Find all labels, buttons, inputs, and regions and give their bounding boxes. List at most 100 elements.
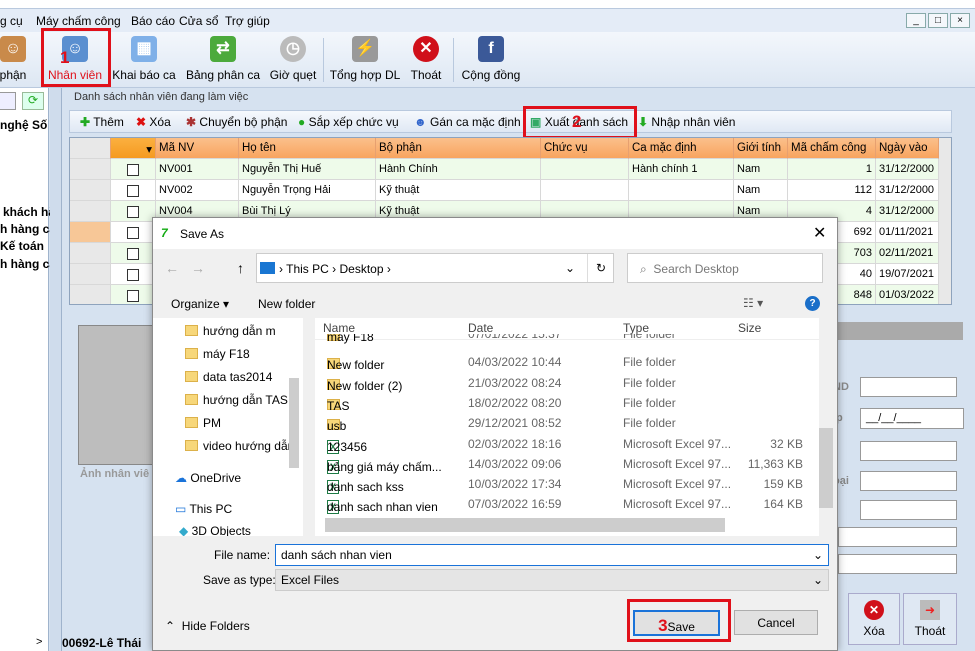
row-checkbox[interactable] xyxy=(111,159,156,180)
grid-cell[interactable]: Kỹ thuật xyxy=(376,180,541,201)
grid-cell[interactable]: Hành chính 1 xyxy=(629,159,734,180)
table-row[interactable]: NV002 Nguyễn Trọng Hải Kỹ thuật Nam 112 31/12… xyxy=(70,180,939,201)
exit-form-button[interactable]: ➜ Thoát xyxy=(903,593,957,645)
grid-cell[interactable]: NV002 xyxy=(156,180,239,201)
grid-cell[interactable]: Nam xyxy=(734,159,788,180)
grid-cell[interactable]: 01/11/2021 xyxy=(876,222,939,243)
row-header[interactable] xyxy=(70,159,111,180)
file-row[interactable]: Xbảng giá máy chấm... 14/03/2022 09:06 Mic… xyxy=(315,454,819,474)
back-icon[interactable]: ← xyxy=(165,260,179,276)
toolbar-shift-table[interactable]: ⇄ Bảng phân ca xyxy=(184,36,262,82)
nav-3d-objects[interactable]: ◆ 3D Objects xyxy=(179,524,251,536)
column-header[interactable]: Ngày vào xyxy=(876,138,939,159)
help-icon[interactable]: ? xyxy=(805,296,820,311)
grid-header[interactable]: ▾ Mã NV Họ tên Bộ phận Chức vụ Ca mặc định Giớ… xyxy=(70,138,939,159)
toolbar-exit[interactable]: ✕ Thoát xyxy=(408,36,444,82)
grid-cell[interactable]: 01/03/2022 xyxy=(876,285,939,304)
form-field[interactable] xyxy=(860,500,957,520)
nav-item[interactable]: data tas2014 xyxy=(185,370,272,384)
table-row[interactable]: NV001 Nguyễn Thị Huế Hành Chính Hành chính … xyxy=(70,159,939,180)
form-field[interactable] xyxy=(838,554,957,574)
col-name[interactable]: Name xyxy=(323,321,355,335)
nav-this-pc[interactable]: ▭ This PC xyxy=(175,502,232,516)
row-checkbox[interactable] xyxy=(111,285,156,304)
save-type-select[interactable]: Excel Files ⌄ xyxy=(275,569,829,591)
save-button[interactable]: 3Save xyxy=(633,610,720,636)
tree-item[interactable]: Kế toán xyxy=(0,239,44,253)
file-row[interactable]: Xdanh sach kss 10/03/2022 17:34 Microsoft … xyxy=(315,474,819,495)
path-this-pc[interactable]: This PC xyxy=(286,262,329,276)
nav-item[interactable]: hướng dẫn TAS t xyxy=(185,393,295,407)
grid-cell[interactable]: NV001 xyxy=(156,159,239,180)
assign-shift-button[interactable]: ☻ Gán ca mặc định xyxy=(414,115,521,129)
cancel-button[interactable]: Cancel xyxy=(734,610,818,635)
refresh-icon[interactable]: ⟳ xyxy=(22,92,44,110)
grid-scrollbar[interactable] xyxy=(939,138,951,304)
add-button[interactable]: ✚ Thêm xyxy=(80,115,124,129)
row-checkbox[interactable] xyxy=(111,180,156,201)
nav-item[interactable]: máy F18 xyxy=(185,347,250,361)
nav-item[interactable]: PM xyxy=(185,416,221,430)
view-options-icon[interactable]: ☷ ▾ xyxy=(743,296,763,310)
file-row[interactable]: TAS 18/02/2022 08:20 File folder xyxy=(315,393,819,413)
delete-button[interactable]: ✖ Xóa xyxy=(136,115,171,129)
grid-cell[interactable] xyxy=(541,180,629,201)
column-header[interactable]: Họ tên xyxy=(239,138,376,159)
toolbar-summary[interactable]: ⚡ Tổng hợp DL xyxy=(329,36,401,82)
column-header[interactable]: Mã NV xyxy=(156,138,239,159)
menu-timeclock[interactable]: Máy chấm công xyxy=(36,14,121,28)
grid-cell[interactable]: 02/11/2021 xyxy=(876,243,939,264)
refresh-icon[interactable]: ↻ xyxy=(587,254,614,282)
nav-scrollbar[interactable] xyxy=(289,378,299,468)
file-list-scrollbar[interactable] xyxy=(819,428,833,508)
grid-cell[interactable]: 1 xyxy=(788,159,876,180)
tree-item[interactable]: khách hà xyxy=(3,205,55,219)
file-row[interactable]: New folder 04/03/2022 10:44 File folder xyxy=(315,352,819,372)
grid-cell[interactable]: 19/07/2021 xyxy=(876,264,939,285)
scroll-right-arrow[interactable]: > xyxy=(36,636,42,648)
minimize-button[interactable]: _ xyxy=(906,13,926,28)
file-row[interactable]: New folder (2) 21/03/2022 08:24 File folde… xyxy=(315,373,819,393)
search-desktop-input[interactable]: ⌕ Search Desktop xyxy=(627,253,823,283)
splitter[interactable] xyxy=(50,88,62,651)
file-row[interactable]: máy F18 07/01/2022 15:37 File folder xyxy=(315,334,819,344)
restore-button[interactable]: □ xyxy=(928,13,948,28)
address-bar[interactable]: › This PC › Desktop › ⌄ ↻ xyxy=(256,253,614,283)
row-header[interactable] xyxy=(70,264,111,285)
row-checkbox[interactable] xyxy=(111,222,156,243)
tree-item[interactable]: h hàng ca xyxy=(0,222,56,236)
row-checkbox[interactable] xyxy=(111,243,156,264)
path-desktop[interactable]: Desktop xyxy=(339,262,383,276)
form-field[interactable] xyxy=(838,527,957,547)
file-name-input[interactable]: danh sách nhan vien ⌄ xyxy=(275,544,829,566)
employee-photo[interactable] xyxy=(78,325,156,465)
row-header[interactable] xyxy=(70,222,111,243)
hide-folders-button[interactable]: ⌃ Hide Folders xyxy=(165,619,250,633)
menu-tools[interactable]: g cụ xyxy=(0,14,23,28)
sort-position-button[interactable]: ● Sắp xếp chức vụ xyxy=(298,115,399,129)
row-header[interactable] xyxy=(70,180,111,201)
up-icon[interactable]: ↑ xyxy=(237,260,244,276)
row-checkbox[interactable] xyxy=(111,264,156,285)
col-type[interactable]: Type xyxy=(623,321,649,335)
select-all-corner[interactable] xyxy=(70,138,111,159)
toolbar-departments[interactable]: ☺ phận xyxy=(0,36,28,82)
phone-field[interactable] xyxy=(860,471,957,491)
toolbar-community[interactable]: f Cộng đồng xyxy=(460,36,522,82)
close-dialog-button[interactable]: ✕ xyxy=(813,223,826,243)
file-row[interactable]: usb 29/12/2021 08:52 File folder xyxy=(315,413,819,433)
move-department-button[interactable]: ✱ Chuyển bộ phận xyxy=(186,115,287,129)
file-row[interactable]: Xdanh sach nhan vien 07/03/2022 16:59 Micr… xyxy=(315,494,819,515)
filter-dropdown-icon[interactable]: ▾ xyxy=(111,138,156,159)
nav-item[interactable]: hướng dẫn m xyxy=(185,324,276,338)
grid-cell[interactable]: Nguyễn Trọng Hải xyxy=(239,180,376,201)
grid-cell[interactable]: 112 xyxy=(788,180,876,201)
grid-cell[interactable] xyxy=(541,159,629,180)
close-window-button[interactable]: × xyxy=(950,13,970,28)
nav-item[interactable]: video hướng dẫn xyxy=(185,439,294,453)
menu-help[interactable]: Trợ giúp xyxy=(225,14,270,28)
row-checkbox[interactable] xyxy=(111,201,156,222)
toolbar-shift-setup[interactable]: ▦ Khai báo ca xyxy=(112,36,176,82)
menu-reports[interactable]: Báo cáo xyxy=(131,14,175,28)
col-size[interactable]: Size xyxy=(738,321,761,335)
